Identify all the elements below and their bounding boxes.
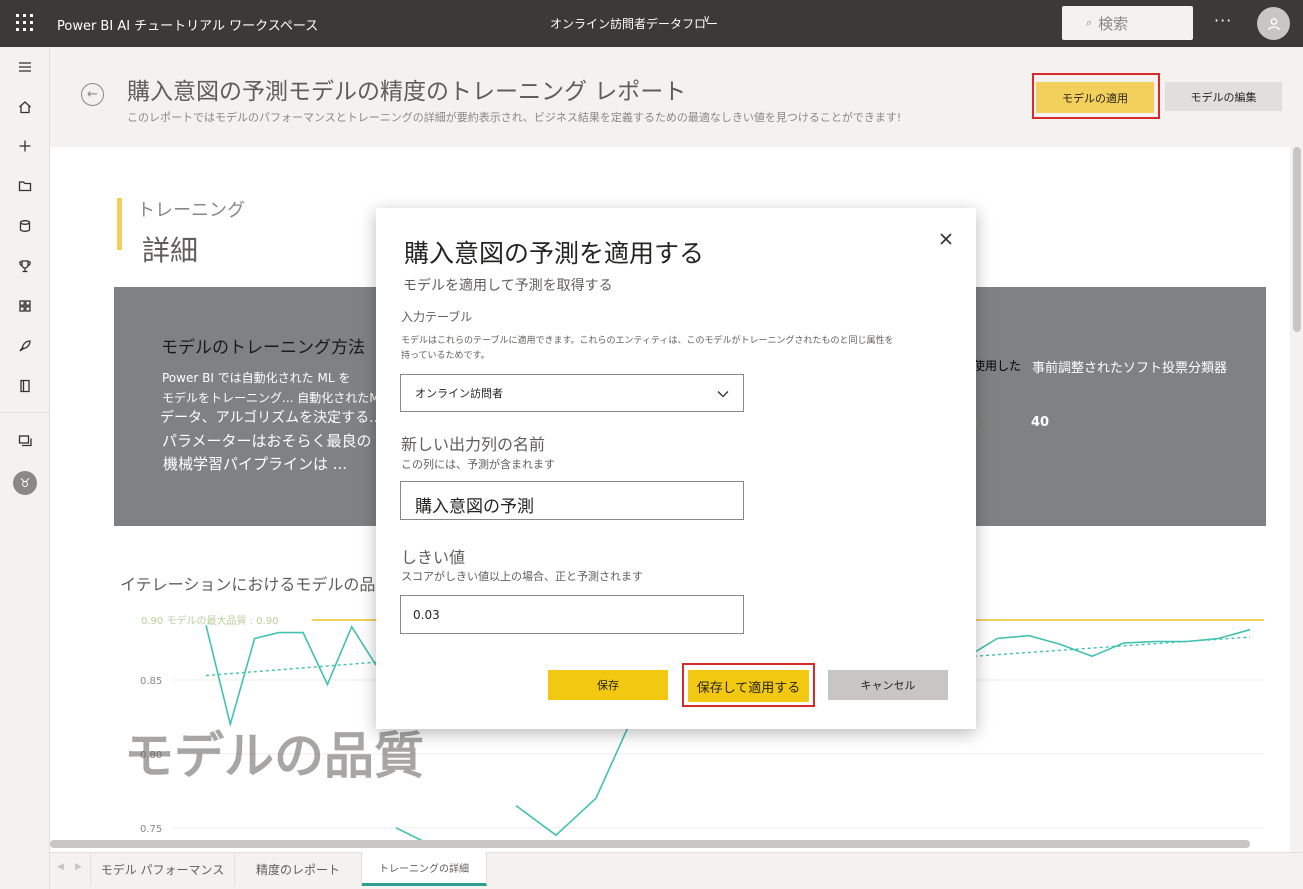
left-nav-rail: ♉ — [0, 47, 50, 889]
tab-prev-icon[interactable]: ◀ — [57, 862, 64, 872]
section-accent-bar — [117, 198, 122, 250]
threshold-label: しきい値 — [401, 548, 466, 567]
training-method-line: モデルをトレーニング... 自動化されたML — [162, 391, 387, 405]
vertical-scrollbar[interactable] — [1293, 147, 1301, 332]
dialog-title: 購入意図の予測を適用する — [404, 239, 705, 268]
horizontal-scrollbar[interactable] — [50, 840, 1250, 848]
page-title: 購入意図の予測モデルの精度のトレーニング レポート — [127, 79, 687, 105]
chevron-down-icon[interactable] — [716, 386, 730, 400]
save-and-apply-highlight — [682, 663, 815, 707]
tab-next-icon[interactable]: ▶ — [75, 862, 82, 872]
chart-series-line — [933, 628, 1251, 659]
tab-accuracy-report[interactable]: 精度のレポート — [235, 852, 362, 886]
threshold-help: スコアがしきい値以上の場合、正と予測されます — [401, 570, 643, 583]
training-method-line: 機械学習パイプラインは ... — [163, 455, 348, 473]
more-options-icon[interactable]: ··· — [1214, 11, 1232, 30]
workspace-name[interactable]: Power BI AI チュートリアル ワークスペース — [57, 15, 318, 34]
output-column-help: この列には、予測が含まれます — [401, 458, 555, 471]
home-icon[interactable] — [15, 97, 35, 117]
app-launcher-icon[interactable] — [16, 14, 34, 32]
trophy-icon[interactable] — [15, 256, 35, 276]
close-icon[interactable] — [935, 228, 957, 250]
chevron-down-icon[interactable]: ∨ — [703, 14, 710, 25]
database-icon[interactable] — [15, 216, 35, 236]
model-name-value: 事前調整されたソフト投票分類器 — [1032, 361, 1228, 376]
book-icon[interactable] — [15, 376, 35, 396]
workspace-avatar[interactable]: ♉ — [13, 471, 37, 495]
create-plus-icon[interactable] — [15, 136, 35, 156]
input-table-label: 入力テーブル — [401, 310, 473, 324]
used-model-label: 使用した — [973, 359, 1022, 373]
quality-chart-title: イテレーションにおけるモデルの品質 — [120, 575, 392, 594]
top-bar: Power BI AI チュートリアル ワークスペース オンライン訪問者データフ… — [0, 0, 1303, 47]
chart-tick-label: 0.85 — [140, 676, 162, 687]
training-method-line: データ、アルゴリズムを決定する... — [160, 410, 383, 426]
section-title: 詳細 — [142, 234, 199, 267]
input-table-select[interactable]: オンライン訪問者 — [400, 374, 744, 412]
chart-series-line — [205, 624, 377, 728]
input-table-help: 持っているためです。 — [401, 351, 490, 361]
edit-model-button[interactable]: モデルの編集 — [1165, 82, 1282, 111]
rocket-icon[interactable] — [15, 336, 35, 356]
training-method-heading: モデルのトレーニング方法 — [161, 338, 365, 358]
search-icon: ⌕ — [1086, 16, 1093, 29]
apps-icon[interactable] — [15, 296, 35, 316]
cancel-button[interactable]: キャンセル — [828, 670, 948, 700]
apply-model-highlight — [1032, 73, 1160, 119]
output-column-value: 購入意図の予測 — [415, 497, 534, 517]
hamburger-menu-icon[interactable] — [15, 57, 35, 77]
output-column-label: 新しい出力列の名前 — [401, 435, 546, 454]
iterations-value: 40 — [1031, 415, 1050, 430]
chart-reference-label: 0.90 モデルの最大品質 : 0.90 — [141, 614, 278, 627]
tab-training-details[interactable]: トレーニングの詳細 — [362, 852, 487, 886]
back-arrow-icon[interactable]: ← — [81, 83, 104, 106]
folder-icon[interactable] — [15, 176, 35, 196]
page-subtitle: このレポートではモデルのパフォーマンスとトレーニングの詳細が要約表示され、ビジネ… — [127, 111, 902, 124]
training-method-line: Power BI では自動化された ML を — [162, 371, 351, 385]
threshold-value: 0.03 — [413, 607, 440, 622]
input-table-value: オンライン訪問者 — [415, 387, 503, 400]
workspaces-icon[interactable] — [15, 431, 35, 451]
user-avatar[interactable] — [1257, 7, 1290, 40]
person-icon — [1267, 17, 1280, 30]
chart-trend-line — [973, 636, 1251, 657]
dialog-subtitle: モデルを適用して予測を取得する — [403, 278, 613, 294]
input-table-help: モデルはこれらのテーブルに適用できます。これらのエンティティは、このモデルがトレ… — [401, 336, 894, 346]
save-button[interactable]: 保存 — [548, 670, 668, 700]
output-column-input[interactable]: 購入意図の予測 — [400, 481, 744, 520]
chart-tick-label: 0.75 — [140, 824, 162, 835]
section-label: トレーニング — [137, 200, 245, 221]
search-placeholder: 検索 — [1098, 14, 1129, 33]
tab-model-performance[interactable]: モデル パフォーマンス — [90, 852, 235, 886]
threshold-input[interactable]: 0.03 — [400, 595, 744, 634]
dataflow-name[interactable]: オンライン訪問者データフロー — [550, 15, 718, 32]
chart-trend-line — [205, 661, 377, 677]
search-input[interactable]: ⌕ 検索 — [1062, 6, 1193, 40]
training-method-line: パラメーターはおそらく最良の — [162, 432, 372, 450]
